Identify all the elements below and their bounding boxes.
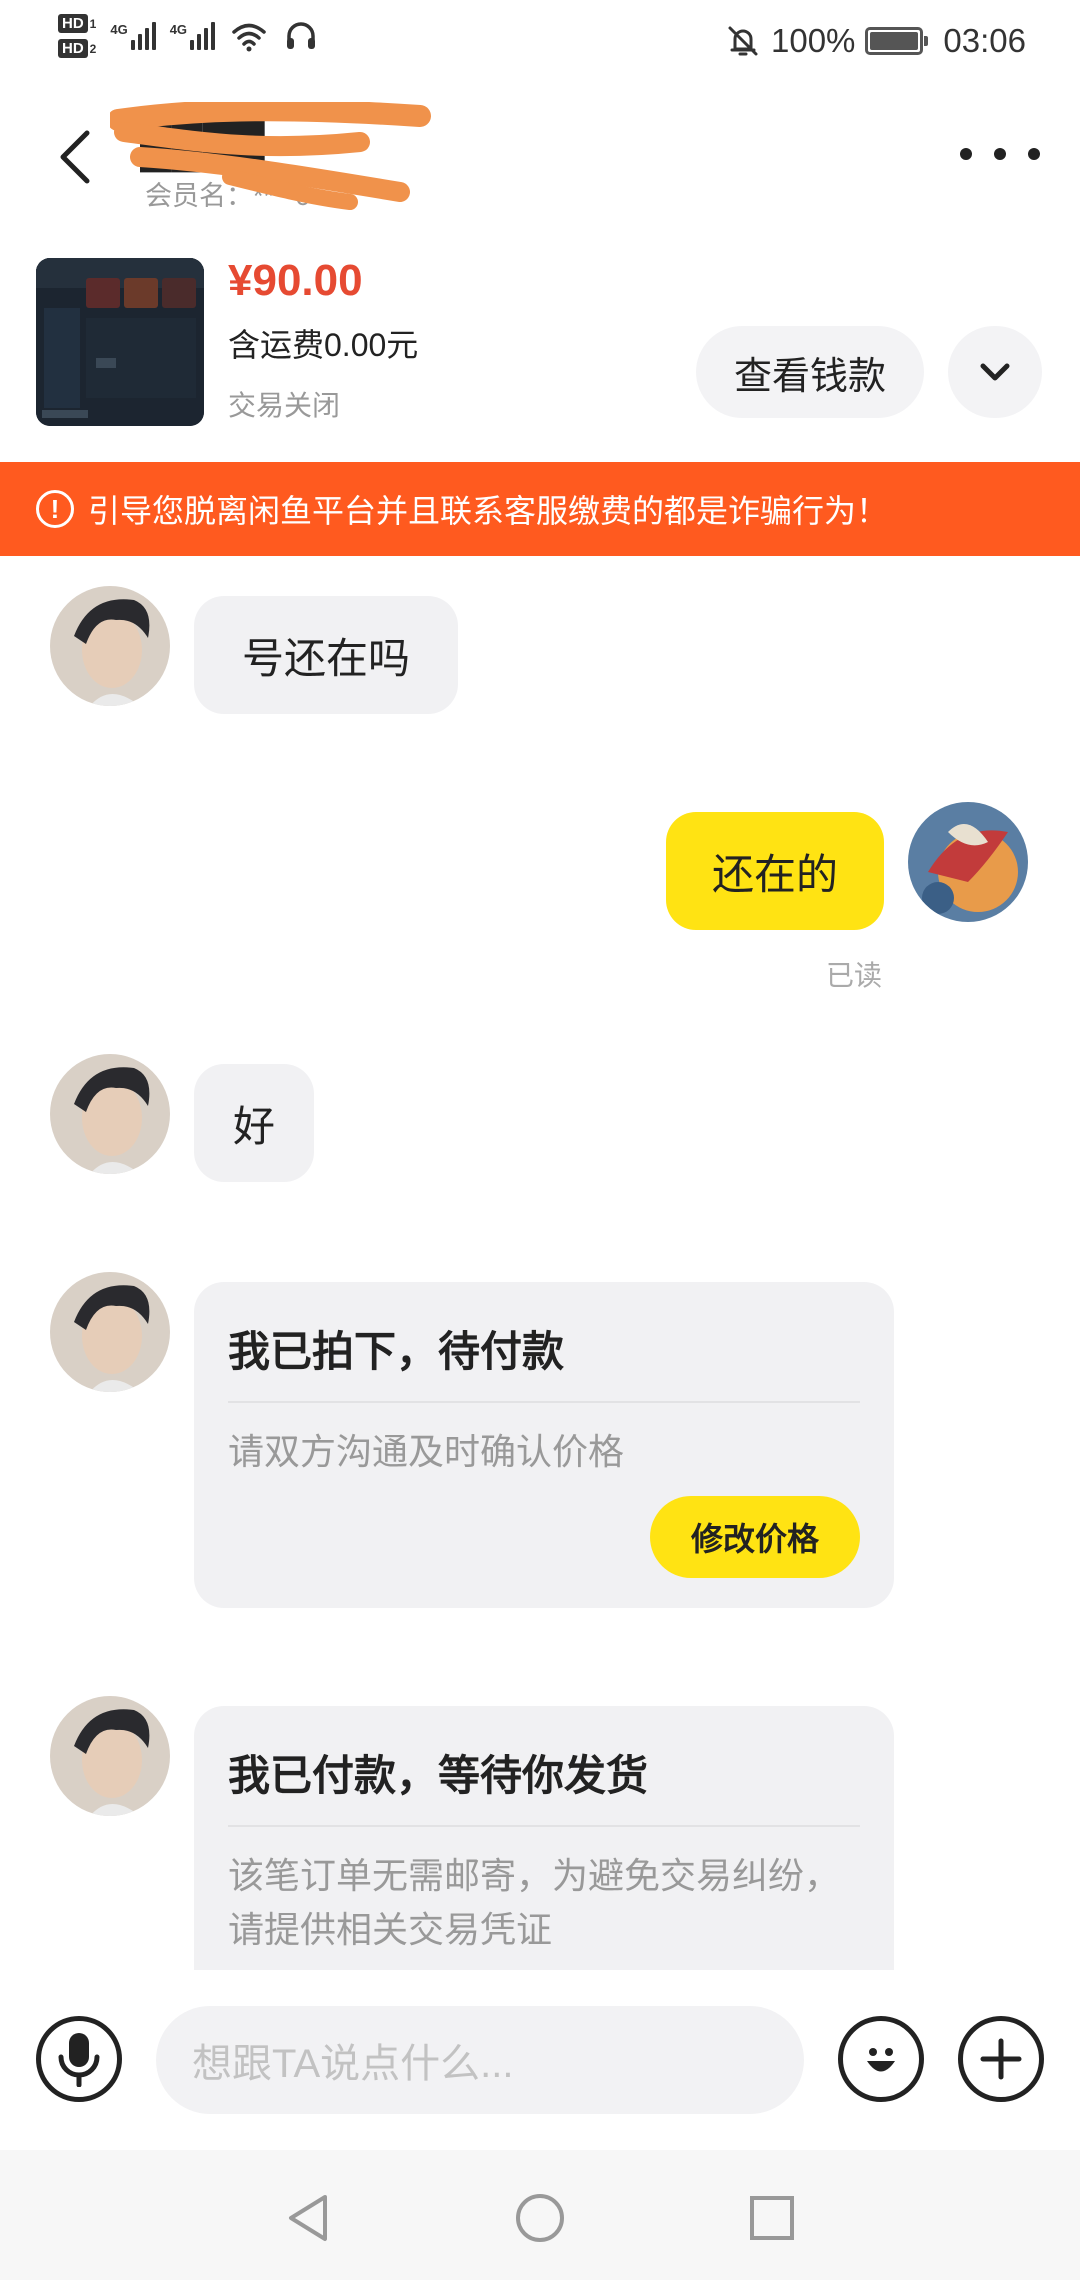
more-dot <box>1028 148 1040 160</box>
chat-area[interactable]: 号还在吗 还在的 已读 好 我已拍下，待付款 请双方沟通及时确认价格 修改价格 … <box>0 556 1080 1970</box>
warning-text: 引导您脱离闲鱼平台并且联系客服缴费的都是诈骗行为！ <box>88 493 889 529</box>
product-price: ¥90.00 <box>228 256 363 305</box>
add-button[interactable] <box>958 2016 1044 2102</box>
status-right: 100% 03:06 <box>725 22 1026 60</box>
hd-indicator-2: HD 2 <box>58 39 96 58</box>
headphones-icon <box>287 22 316 49</box>
network-type: 4G <box>169 22 188 37</box>
nav-home-button[interactable] <box>510 2188 570 2248</box>
avatar-image <box>50 1696 170 1816</box>
hd-badge: HD <box>58 39 88 58</box>
message-bubble-received[interactable]: 号还在吗 <box>194 596 458 714</box>
signal-bar <box>204 28 209 50</box>
input-bar: 想跟TA说点什么... <box>0 1970 1080 2150</box>
hd-indicators: HD 1 HD 2 <box>58 14 96 58</box>
product-summary: ¥90.00 含运费0.00元 交易关闭 查看钱款 <box>0 242 1080 462</box>
chevron-down-icon <box>980 363 1010 381</box>
avatar-other[interactable] <box>50 1696 170 1816</box>
signal-bar <box>130 40 135 50</box>
triangle-back-icon <box>289 2195 327 2241</box>
expand-button[interactable] <box>948 326 1042 418</box>
warning-icon: ! <box>36 490 74 528</box>
more-options-button[interactable] <box>960 134 1040 174</box>
message-input[interactable]: 想跟TA说点什么... <box>156 2006 804 2114</box>
avatar-image <box>50 1272 170 1392</box>
card-title: 我已拍下，待付款 <box>228 1318 860 1403</box>
square-recent-icon <box>750 2196 794 2240</box>
system-nav-bar <box>0 2150 1080 2280</box>
modify-price-button[interactable]: 修改价格 <box>650 1496 860 1578</box>
order-status-card[interactable]: 我已付款，等待你发货 该笔订单无需邮寄，为避免交易纠纷，请提供相关交易凭证 <box>194 1706 894 1970</box>
avatar-image <box>908 802 1028 922</box>
hd-sub: 1 <box>89 16 97 31</box>
battery-fill <box>870 32 919 50</box>
avatar-image <box>50 586 170 706</box>
order-status-card[interactable]: 我已拍下，待付款 请双方沟通及时确认价格 修改价格 <box>194 1282 894 1608</box>
signal-icon: 4G <box>110 22 156 50</box>
card-description: 请双方沟通及时确认价格 <box>228 1431 625 1472</box>
voice-button[interactable] <box>36 2016 122 2102</box>
microphone-icon <box>58 2033 100 2087</box>
signal-bar <box>190 40 195 50</box>
network-type: 4G <box>110 22 128 37</box>
fraud-warning-banner: ! 引导您脱离闲鱼平台并且联系客服缴费的都是诈骗行为！ <box>0 462 1080 556</box>
plus-icon <box>980 2038 1022 2080</box>
product-image <box>36 258 204 426</box>
more-dot <box>994 148 1006 160</box>
signal-bar <box>137 34 142 50</box>
signal-bar <box>197 34 202 50</box>
card-title: 我已付款，等待你发货 <box>228 1742 860 1827</box>
view-payment-button[interactable]: 查看钱款 <box>696 326 924 418</box>
avatar-self[interactable] <box>908 802 1028 922</box>
more-dot <box>960 148 972 160</box>
mute-bell-icon <box>728 26 758 56</box>
avatar-other[interactable] <box>50 1054 170 1174</box>
card-description: 该笔订单无需邮寄，为避免交易纠纷，请提供相关交易凭证 <box>228 1855 841 1950</box>
trade-status: 交易关闭 <box>228 390 341 421</box>
circle-home-icon <box>516 2194 564 2242</box>
message-bubble-sent[interactable]: 还在的 <box>666 812 884 930</box>
message-bubble-received[interactable]: 好 <box>194 1064 314 1182</box>
hd-sub: 2 <box>89 41 97 56</box>
avatar-other[interactable] <box>50 1272 170 1392</box>
chat-header: ████ 会员名：****6 <box>0 92 1080 242</box>
status-left: HD 1 HD 2 4G 4G <box>58 14 319 58</box>
avatar-image <box>50 1054 170 1174</box>
signal-icon: 4G <box>169 22 216 50</box>
back-button[interactable] <box>50 122 100 192</box>
hd-badge: HD <box>58 14 88 33</box>
clock: 03:06 <box>943 22 1026 59</box>
battery-icon <box>865 27 929 55</box>
signal-bar <box>144 28 149 50</box>
signal-bar <box>211 22 216 50</box>
avatar-other[interactable] <box>50 586 170 706</box>
emoji-button[interactable] <box>838 2016 924 2102</box>
nav-recent-button[interactable] <box>742 2188 802 2248</box>
chevron-left-icon <box>60 130 90 184</box>
product-thumbnail[interactable] <box>36 258 204 426</box>
read-receipt: 已读 <box>826 960 883 991</box>
shipping-fee: 含运费0.00元 <box>228 327 419 363</box>
redaction-scribble <box>110 102 431 210</box>
hd-indicator-1: HD 1 <box>58 14 96 33</box>
battery-percent: 100% <box>771 22 856 59</box>
wifi-icon <box>232 23 266 52</box>
emoji-icon <box>867 2048 895 2072</box>
nav-back-button[interactable] <box>278 2188 338 2248</box>
signal-bar <box>151 22 156 50</box>
status-bar: HD 1 HD 2 4G 4G 100% 03:06 <box>0 0 1080 92</box>
